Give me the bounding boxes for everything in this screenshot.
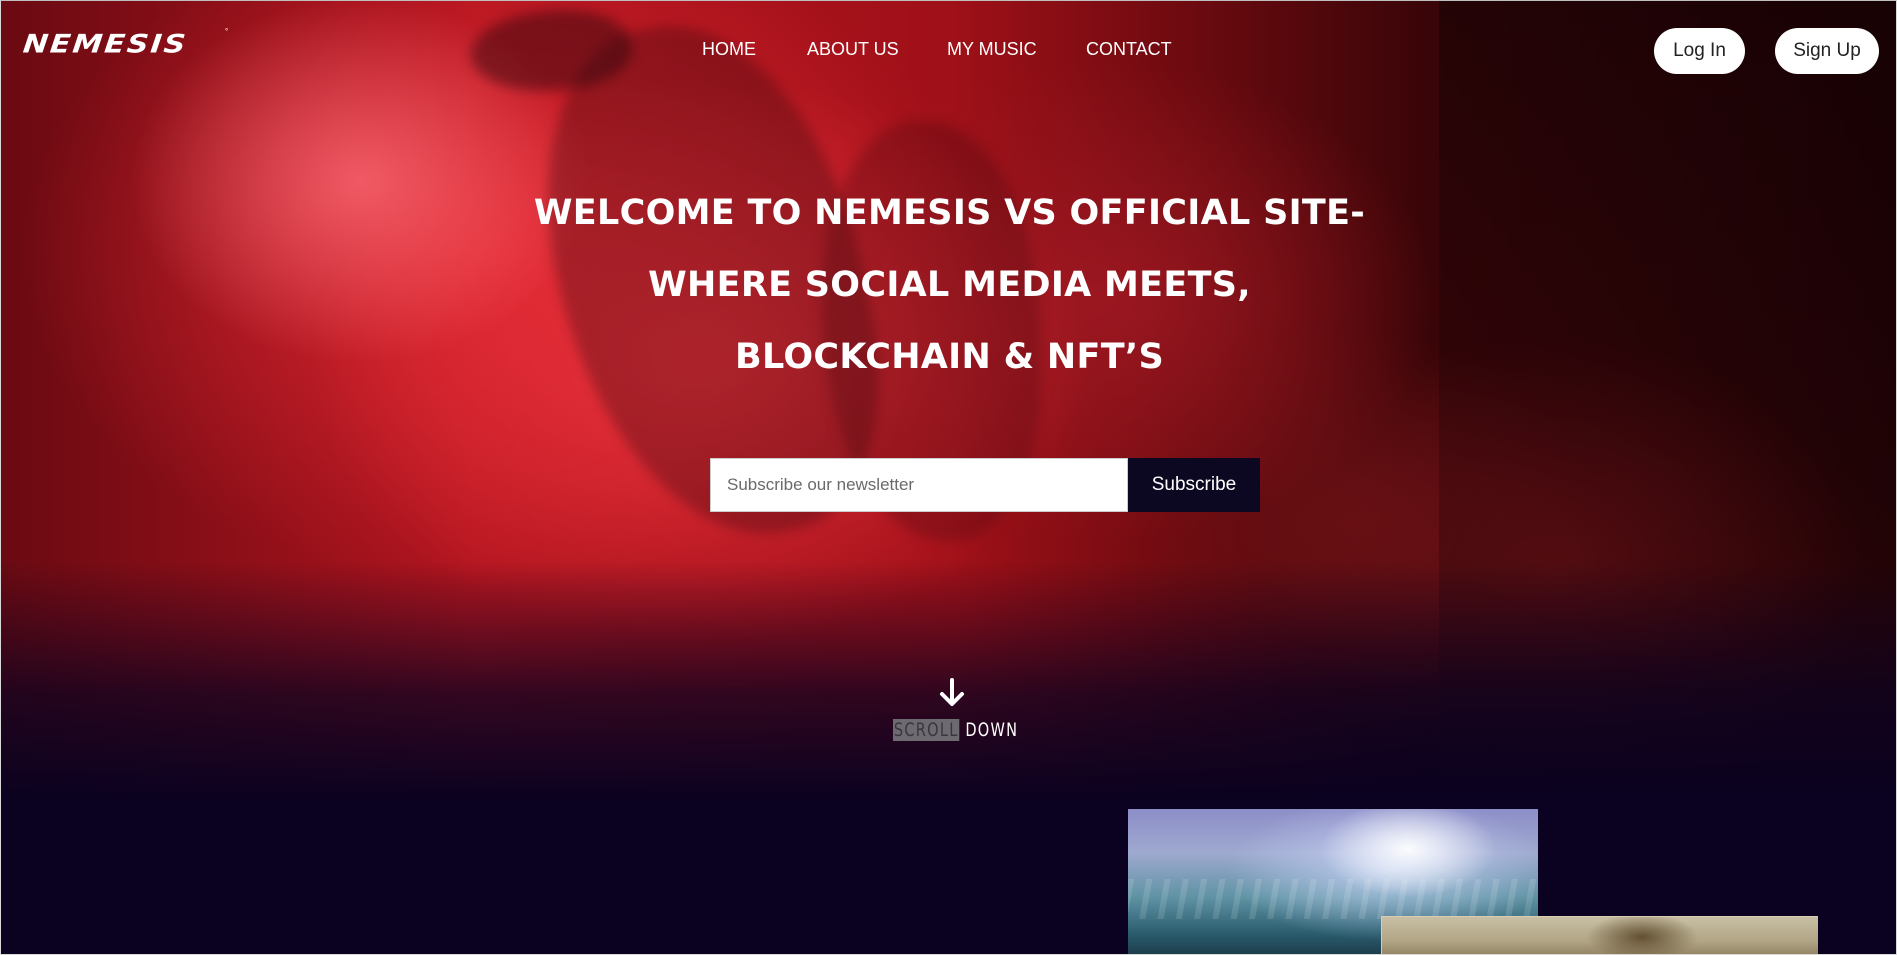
hero-headline-line-3: BLOCKCHAIN & NFT’S (735, 337, 1164, 377)
hero-headline-line-2: WHERE SOCIAL MEDIA MEETS, (648, 265, 1251, 305)
scroll-label-rest: DOWN (965, 719, 1019, 741)
login-button[interactable]: Log In (1654, 28, 1745, 74)
nav-item-contact[interactable]: CONTACT (1086, 39, 1172, 60)
arrow-down-icon[interactable] (936, 677, 968, 709)
sand-image (1381, 916, 1818, 954)
signup-button[interactable]: Sign Up (1775, 28, 1879, 74)
main-nav: HOME ABOUT US MY MUSIC CONTACT (1, 39, 1896, 63)
nav-item-my-music[interactable]: MY MUSIC (947, 39, 1037, 60)
hero-side-panel (1439, 1, 1896, 801)
scroll-label-highlighted: SCROLL (893, 719, 960, 741)
nav-item-about-us[interactable]: ABOUT US (807, 39, 899, 60)
newsletter-email-input[interactable] (710, 458, 1128, 512)
hero-headline-line-1: WELCOME TO NEMESIS VS OFFICIAL SITE- (533, 193, 1366, 233)
nav-item-home[interactable]: HOME (702, 39, 756, 60)
scroll-down-label[interactable]: SCROLL DOWN (893, 719, 1018, 747)
logo-trademark: ° (225, 27, 229, 36)
page: NEMESIS ° HOME ABOUT US MY MUSIC CONTACT… (0, 0, 1897, 955)
subscribe-button[interactable]: Subscribe (1128, 458, 1260, 512)
